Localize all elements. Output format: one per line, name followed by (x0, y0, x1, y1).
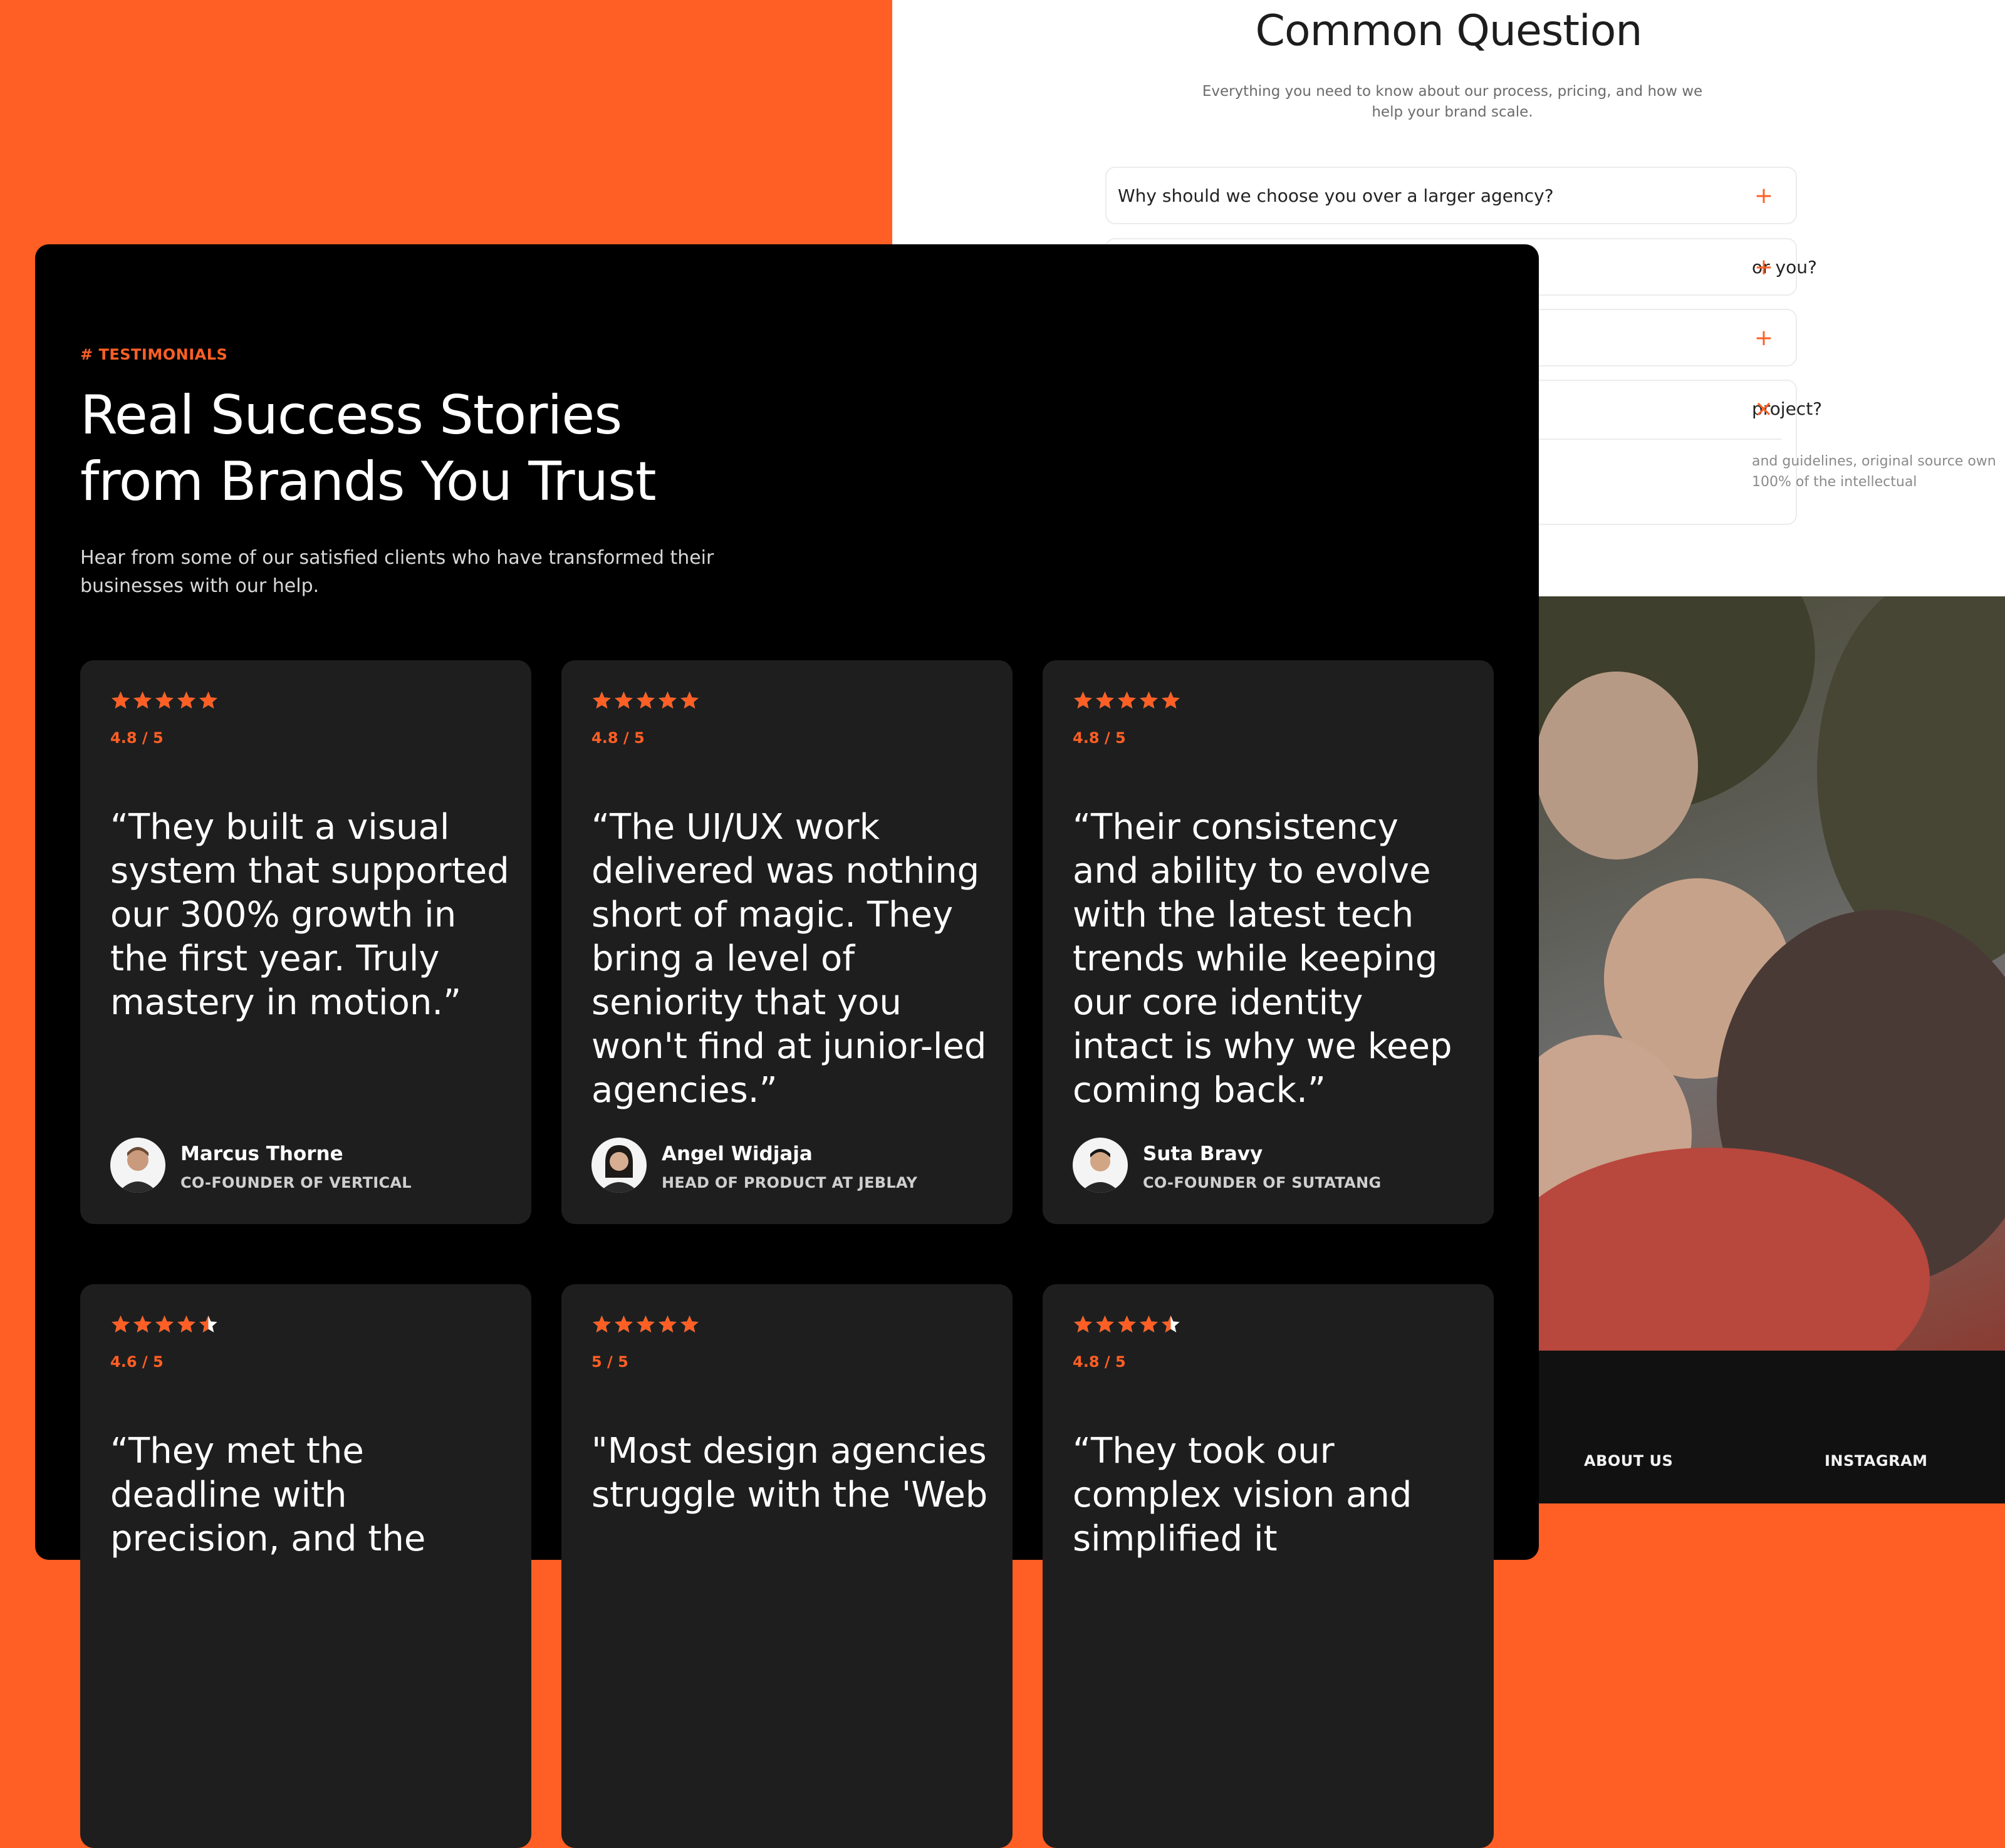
star-icon (615, 692, 633, 709)
star-icon (177, 1316, 195, 1332)
star-icon (659, 692, 677, 709)
star-icon (1140, 1316, 1158, 1332)
star-icon (615, 1316, 633, 1332)
testimonial-card: 4.8 / 5 “Their consistency and ability t… (1043, 660, 1494, 1224)
testimonial-quote: "Most design agencies struggle with the … (591, 1431, 988, 1515)
testimonial-card: 5 / 5 "Most design agencies struggle wit… (561, 1284, 1013, 1848)
footer-link-about[interactable]: ABOUT US (1584, 1452, 1673, 1470)
testimonial-card: 4.8 / 5 “They took our complex vision an… (1043, 1284, 1494, 1848)
author-name: Marcus Thorne (180, 1143, 343, 1165)
footer (1529, 1351, 2005, 1503)
star-rating (110, 690, 219, 711)
section-eyebrow: # TESTIMONIALS (80, 346, 228, 363)
rating-value: 4.6 / 5 (110, 1353, 164, 1371)
star-icon (155, 692, 174, 709)
faq-item[interactable]: Why should we choose you over a larger a… (1105, 167, 1797, 224)
star-icon (593, 1316, 611, 1332)
person-icon (599, 1145, 639, 1193)
testimonial-quote: “They met the deadline with precision, a… (110, 1431, 426, 1559)
rating-value: 4.8 / 5 (1073, 1353, 1126, 1371)
star-icon (659, 1316, 677, 1332)
close-icon[interactable]: × (1754, 381, 1773, 437)
faq-subtitle: Everything you need to know about our pr… (1202, 83, 1703, 120)
testimonials-section: # TESTIMONIALS Real Success Stories from… (35, 244, 1539, 1848)
section-headline: Real Success Stories from Brands You Tru… (80, 382, 657, 515)
rating-value: 5 / 5 (591, 1353, 628, 1371)
avatar (110, 1138, 165, 1193)
testimonial-quote: “They took our complex vision and simpli… (1073, 1431, 1412, 1559)
star-icon (1074, 1316, 1092, 1332)
headline-line: Real Success Stories (80, 384, 622, 447)
faq-answer: and guidelines, original source own 100%… (1752, 454, 1996, 490)
star-icon (177, 692, 195, 709)
section-intro: Hear from some of our satisfied clients … (80, 547, 714, 597)
star-icon (1118, 1316, 1136, 1332)
star-icon (133, 692, 152, 709)
star-rating (591, 1314, 700, 1335)
footer-link-instagram[interactable]: INSTAGRAM (1825, 1452, 1928, 1470)
star-icon (1096, 1316, 1114, 1332)
star-icon (112, 1316, 130, 1332)
faq-title: Common Question (1255, 6, 1642, 56)
author-name: Suta Bravy (1143, 1143, 1263, 1165)
testimonial-quote: “They built a visual system that support… (110, 807, 509, 1023)
star-icon (1096, 692, 1114, 709)
star-icon (680, 692, 699, 709)
author-role: CO-FOUNDER OF VERTICAL (180, 1174, 412, 1191)
faq-question: Why should we choose you over a larger a… (1118, 185, 1554, 206)
star-icon (1118, 692, 1136, 709)
star-icon (593, 692, 611, 709)
star-rating (591, 690, 700, 711)
plus-icon[interactable]: + (1754, 168, 1773, 224)
avatar (1073, 1138, 1128, 1193)
testimonial-card: 4.6 / 5 “They met the deadline with prec… (80, 1284, 531, 1848)
star-icon (199, 692, 217, 709)
plus-icon[interactable]: + (1754, 239, 1773, 296)
star-icon (1140, 692, 1158, 709)
person-icon (1080, 1149, 1120, 1193)
star-icon (199, 1316, 217, 1332)
person-icon (118, 1147, 158, 1193)
testimonial-quote: “Their consistency and ability to evolve… (1073, 807, 1452, 1111)
star-rating (110, 1314, 219, 1335)
testimonial-quote: “The UI/UX work delivered was nothing sh… (591, 807, 987, 1111)
headline-line: from Brands You Trust (80, 450, 657, 513)
author-role: CO-FOUNDER OF SUTATANG (1143, 1174, 1382, 1191)
star-icon (1162, 692, 1180, 709)
star-icon (133, 1316, 152, 1332)
plus-icon[interactable]: + (1754, 310, 1773, 366)
star-icon (680, 1316, 699, 1332)
testimonial-card: 4.8 / 5 “They built a visual system that… (80, 660, 531, 1224)
star-icon (637, 1316, 655, 1332)
rating-value: 4.8 / 5 (110, 729, 164, 747)
star-rating (1073, 1314, 1181, 1335)
photo-shape (1535, 672, 1698, 859)
star-icon (1074, 692, 1092, 709)
team-photo (1529, 596, 2005, 1351)
star-icon (155, 1316, 174, 1332)
author-role: HEAD OF PRODUCT AT JEBLAY (662, 1174, 918, 1191)
rating-value: 4.8 / 5 (591, 729, 645, 747)
star-rating (1073, 690, 1181, 711)
rating-value: 4.8 / 5 (1073, 729, 1126, 747)
star-icon (1162, 1316, 1180, 1332)
testimonial-card: 4.8 / 5 “The UI/UX work delivered was no… (561, 660, 1013, 1224)
star-icon (112, 692, 130, 709)
avatar (591, 1138, 647, 1193)
author-name: Angel Widjaja (662, 1143, 813, 1165)
star-icon (637, 692, 655, 709)
